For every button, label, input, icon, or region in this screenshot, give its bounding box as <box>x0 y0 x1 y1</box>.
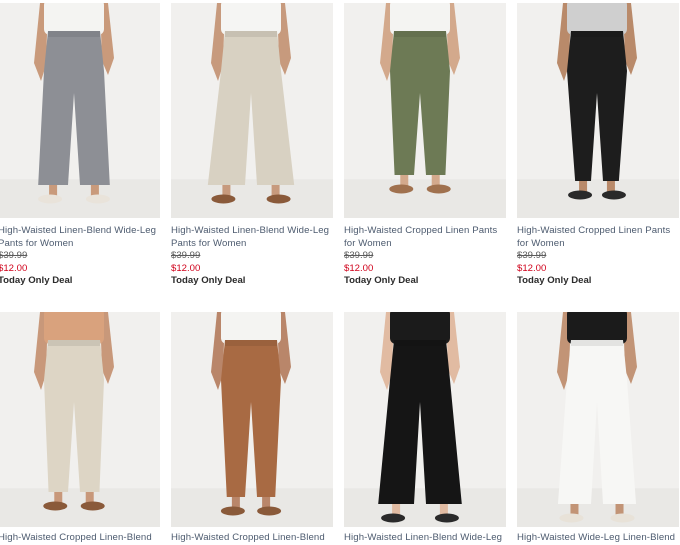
original-price: $39.99 <box>344 250 374 261</box>
shoe-right <box>601 190 626 200</box>
shoe-left <box>568 190 593 200</box>
shoe-left <box>381 513 406 523</box>
product-card[interactable]: High-Waisted Wide-Leg Linen-Blend <box>517 312 679 545</box>
product-image[interactable] <box>0 312 160 527</box>
shoe-right <box>426 184 451 194</box>
model-photo <box>344 312 506 527</box>
deal-badge: Today Only Deal <box>171 275 246 286</box>
product-image[interactable] <box>171 312 333 527</box>
shoe-right <box>85 194 110 204</box>
model-photo <box>0 312 160 527</box>
model-top <box>390 312 450 344</box>
deal-badge: Today Only Deal <box>517 275 592 286</box>
pants <box>44 340 104 492</box>
shoe-right <box>266 194 291 204</box>
product-card[interactable]: High-Waisted Cropped Linen Pants for Wom… <box>517 3 679 288</box>
model-top <box>567 312 627 344</box>
deal-badge: Today Only Deal <box>344 275 419 286</box>
pants <box>38 31 110 185</box>
model-photo <box>171 3 333 218</box>
original-price: $39.99 <box>171 250 201 261</box>
product-title[interactable]: High-Waisted Wide-Leg Linen-Blend <box>517 532 679 545</box>
product-card[interactable]: High-Waisted Linen-Blend Wide-Leg <box>344 312 506 545</box>
shoe-left <box>43 501 68 511</box>
shoe-right <box>257 506 282 516</box>
model-photo <box>517 312 679 527</box>
floor-shadow <box>0 488 160 527</box>
product-image[interactable] <box>0 3 160 218</box>
sale-price: $12.00 <box>344 262 374 274</box>
model-top <box>390 3 450 35</box>
product-image[interactable] <box>171 3 333 218</box>
model-top <box>221 312 281 344</box>
product-card[interactable]: High-Waisted Linen-Blend Wide-Leg Pants … <box>171 3 333 288</box>
product-image[interactable] <box>344 3 506 218</box>
shoe-left <box>559 513 584 523</box>
floor-shadow <box>517 179 679 218</box>
shoe-left <box>220 506 245 516</box>
product-card[interactable]: High-Waisted Linen-Blend Wide-Leg Pants … <box>0 3 160 288</box>
floor-shadow <box>344 179 506 218</box>
product-title[interactable]: High-Waisted Cropped Linen-Blend <box>0 532 160 545</box>
waistband <box>225 340 277 346</box>
model-top <box>44 3 104 35</box>
waistband <box>225 31 277 37</box>
floor-shadow <box>0 179 160 218</box>
product-image[interactable] <box>517 3 679 218</box>
waistband <box>48 31 100 37</box>
product-title[interactable]: High-Waisted Linen-Blend Wide-Leg Pants … <box>0 225 160 250</box>
shoe-right <box>80 501 105 511</box>
product-title[interactable]: High-Waisted Cropped Linen Pants for Wom… <box>517 225 679 250</box>
pants <box>390 31 450 175</box>
product-title[interactable]: High-Waisted Cropped Linen Pants for Wom… <box>344 225 506 250</box>
sale-price: $12.00 <box>171 262 201 274</box>
floor-shadow <box>171 179 333 218</box>
floor-shadow <box>171 488 333 527</box>
product-image[interactable] <box>517 312 679 527</box>
floor-shadow <box>344 488 506 527</box>
waistband <box>571 31 623 37</box>
waistband <box>394 31 446 37</box>
model-photo <box>517 3 679 218</box>
model-photo <box>171 312 333 527</box>
shoe-left <box>38 194 63 204</box>
original-price: $39.99 <box>0 250 28 261</box>
shoe-right <box>610 513 635 523</box>
waistband <box>394 340 446 346</box>
deal-badge: Today Only Deal <box>0 275 73 286</box>
pants <box>567 31 627 181</box>
sale-price: $12.00 <box>0 262 28 274</box>
model-photo <box>344 3 506 218</box>
product-image[interactable] <box>344 312 506 527</box>
model-top <box>567 3 627 35</box>
waistband <box>571 340 623 346</box>
shoe-left <box>211 194 236 204</box>
product-card[interactable]: High-Waisted Cropped Linen-Blend <box>0 312 160 545</box>
shoe-right <box>434 513 459 523</box>
product-card[interactable]: High-Waisted Cropped Linen-Blend <box>171 312 333 545</box>
pants <box>557 340 637 504</box>
product-grid: High-Waisted Linen-Blend Wide-Leg Pants … <box>0 0 680 543</box>
model-photo <box>0 3 160 218</box>
pants <box>221 340 281 497</box>
product-title[interactable]: High-Waisted Cropped Linen-Blend <box>171 532 333 545</box>
product-title[interactable]: High-Waisted Linen-Blend Wide-Leg <box>344 532 506 545</box>
sale-price: $12.00 <box>517 262 547 274</box>
waistband <box>48 340 100 346</box>
product-title[interactable]: High-Waisted Linen-Blend Wide-Leg Pants … <box>171 225 333 250</box>
shoe-left <box>389 184 414 194</box>
product-card[interactable]: High-Waisted Cropped Linen Pants for Wom… <box>344 3 506 288</box>
model-top <box>44 312 104 344</box>
model-top <box>221 3 281 35</box>
floor-shadow <box>517 488 679 527</box>
original-price: $39.99 <box>517 250 547 261</box>
